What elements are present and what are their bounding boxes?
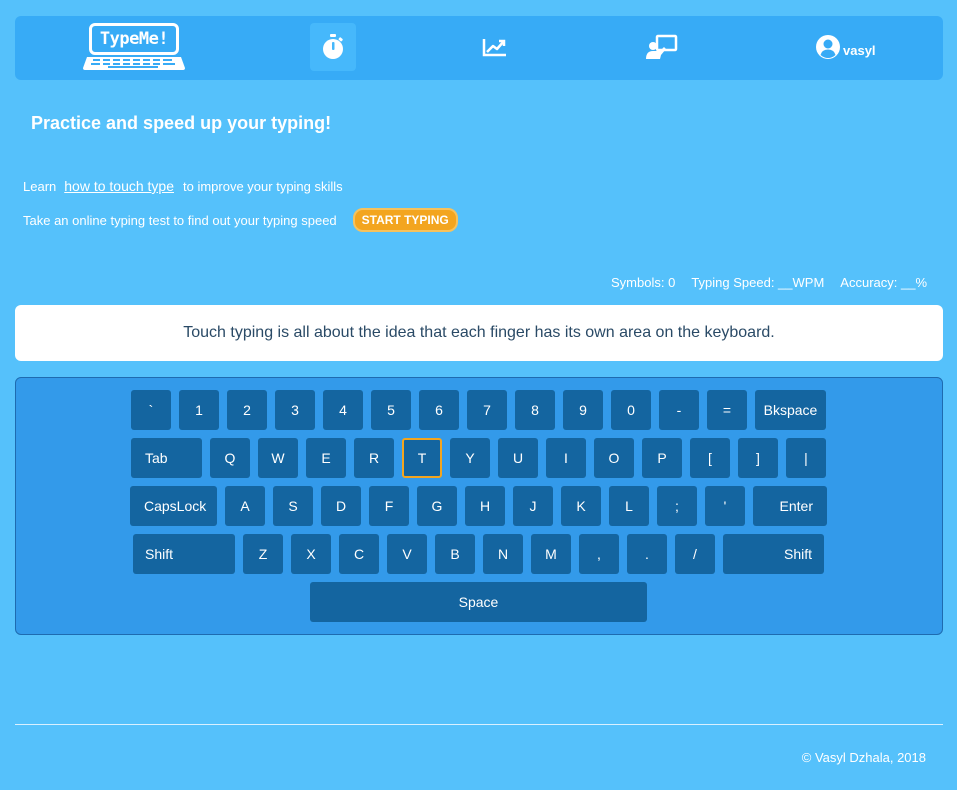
key-m[interactable]: M: [531, 534, 571, 574]
key-pipe[interactable]: |: [786, 438, 826, 478]
nav-statistics[interactable]: [472, 23, 518, 71]
key-d[interactable]: D: [321, 486, 361, 526]
key-2[interactable]: 2: [227, 390, 267, 430]
top-nav-bar: TypeMe! vasyl: [15, 16, 943, 80]
key-shift-left[interactable]: Shift: [133, 534, 235, 574]
key-8[interactable]: 8: [515, 390, 555, 430]
user-profile-menu[interactable]: vasyl: [815, 34, 876, 60]
user-name: vasyl: [843, 42, 876, 58]
typing-accuracy: Accuracy: __%: [840, 275, 927, 290]
typing-test-line: Take an online typing test to find out y…: [23, 208, 458, 232]
key-e[interactable]: E: [306, 438, 346, 478]
key-u[interactable]: U: [498, 438, 538, 478]
key-r[interactable]: R: [354, 438, 394, 478]
key-t[interactable]: T: [402, 438, 442, 478]
key-backtick[interactable]: `: [131, 390, 171, 430]
copyright-text: © Vasyl Dzhala, 2018: [801, 750, 926, 765]
key-z[interactable]: Z: [243, 534, 283, 574]
key-3[interactable]: 3: [275, 390, 315, 430]
typing-speed: Typing Speed: __WPM: [691, 275, 825, 290]
key-v[interactable]: V: [387, 534, 427, 574]
key-minus[interactable]: -: [659, 390, 699, 430]
line-chart-icon: [482, 39, 506, 57]
user-avatar-icon: [816, 35, 840, 59]
key-close-bracket[interactable]: ]: [738, 438, 778, 478]
practice-text: Touch typing is all about the idea that …: [183, 324, 775, 341]
key-bkspace[interactable]: Bkspace: [755, 390, 826, 430]
typing-stats: Symbols: 0 Typing Speed: __WPM Accuracy:…: [611, 275, 927, 290]
key-g[interactable]: G: [417, 486, 457, 526]
learn-prefix: Learn: [23, 179, 57, 194]
logo-text: TypeMe!: [99, 29, 169, 49]
key-equals[interactable]: =: [707, 390, 747, 430]
how-to-touch-type-link[interactable]: how to touch type: [64, 178, 174, 194]
key-h[interactable]: H: [465, 486, 505, 526]
key-tab[interactable]: Tab: [131, 438, 202, 478]
key-y[interactable]: Y: [450, 438, 490, 478]
key-s[interactable]: S: [273, 486, 313, 526]
laptop-keyboard-icon: [83, 57, 185, 70]
key-k[interactable]: K: [561, 486, 601, 526]
key-open-bracket[interactable]: [: [690, 438, 730, 478]
key-0[interactable]: 0: [611, 390, 651, 430]
key-capslock[interactable]: CapsLock: [130, 486, 217, 526]
typing-test-text: Take an online typing test to find out y…: [23, 212, 337, 228]
key-shift-right[interactable]: Shift: [723, 534, 824, 574]
key-enter[interactable]: Enter: [753, 486, 827, 526]
learn-suffix: to improve your typing skills: [183, 179, 343, 194]
key-space[interactable]: Space: [310, 582, 647, 622]
key-i[interactable]: I: [546, 438, 586, 478]
learn-line: Learn how to touch type to improve your …: [23, 178, 343, 194]
stopwatch-icon: [323, 34, 343, 59]
key-j[interactable]: J: [513, 486, 553, 526]
key-quote[interactable]: ': [705, 486, 745, 526]
nav-lessons[interactable]: [639, 23, 685, 71]
key-comma[interactable]: ,: [579, 534, 619, 574]
key-a[interactable]: A: [225, 486, 265, 526]
key-1[interactable]: 1: [179, 390, 219, 430]
key-9[interactable]: 9: [563, 390, 603, 430]
key-period[interactable]: .: [627, 534, 667, 574]
key-c[interactable]: C: [339, 534, 379, 574]
key-o[interactable]: O: [594, 438, 634, 478]
key-5[interactable]: 5: [371, 390, 411, 430]
key-q[interactable]: Q: [210, 438, 250, 478]
key-l[interactable]: L: [609, 486, 649, 526]
key-x[interactable]: X: [291, 534, 331, 574]
virtual-keyboard: ` 1 2 3 4 5 6 7 8 9 0- = Bkspace Tab Q W E R T Y U I O P[] | Caps…: [15, 377, 943, 635]
page-headline: Practice and speed up your typing!: [31, 113, 332, 133]
nav-typing-test[interactable]: [310, 23, 356, 71]
key-n[interactable]: N: [483, 534, 523, 574]
symbols-count: Symbols: 0: [611, 275, 676, 290]
key-4[interactable]: 4: [323, 390, 363, 430]
key-p[interactable]: P: [642, 438, 682, 478]
key-7[interactable]: 7: [467, 390, 507, 430]
footer-divider: [15, 724, 943, 725]
practice-text-box[interactable]: Touch typing is all about the idea that …: [15, 305, 943, 361]
typeme-logo[interactable]: TypeMe!: [83, 22, 185, 72]
start-typing-button[interactable]: START TYPING: [352, 208, 458, 232]
logo-screen: TypeMe!: [89, 23, 179, 55]
key-slash[interactable]: /: [675, 534, 715, 574]
key-6[interactable]: 6: [419, 390, 459, 430]
key-w[interactable]: W: [258, 438, 298, 478]
key-b[interactable]: B: [435, 534, 475, 574]
key-f[interactable]: F: [369, 486, 409, 526]
teacher-board-icon: [646, 34, 678, 59]
key-semicolon[interactable]: ;: [657, 486, 697, 526]
